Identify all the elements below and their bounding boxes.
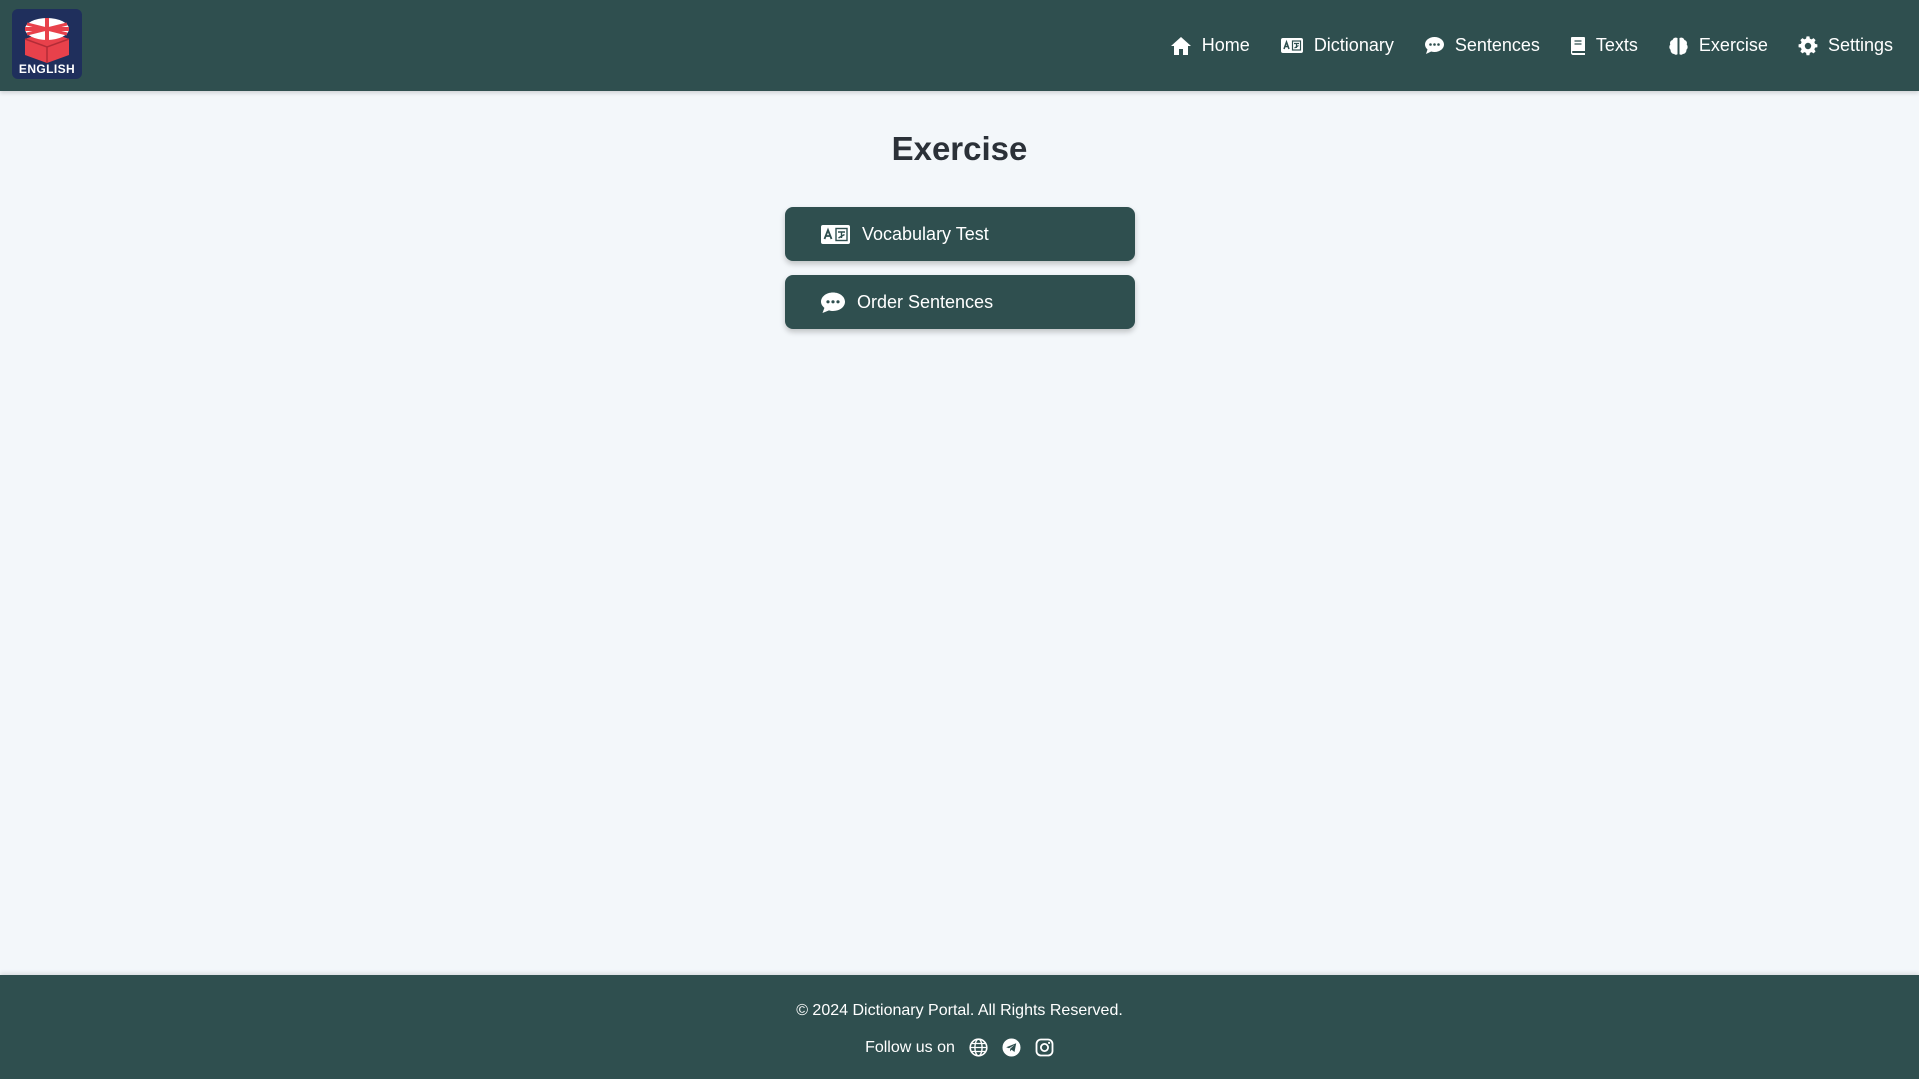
nav-label-home: Home [1201, 35, 1250, 55]
vocabulary-test-button[interactable]: Vocabulary Test [785, 207, 1135, 261]
vocabulary-test-label: Vocabulary Test [862, 223, 989, 244]
page-title: Exercise [891, 130, 1028, 167]
order-sentences-button[interactable]: Order Sentences [785, 275, 1135, 329]
follow-label: Follow us on [865, 1038, 955, 1056]
top-navbar: ENGLISH Home Dictionary Sentences Texts … [0, 0, 1919, 91]
nav-item-settings[interactable]: Settings [1798, 35, 1893, 56]
book-icon [1570, 36, 1585, 55]
main-nav: Home Dictionary Sentences Texts Exercise… [1170, 0, 1893, 91]
home-icon [1170, 36, 1191, 55]
globe-icon[interactable] [969, 1038, 988, 1057]
order-sentences-label: Order Sentences [857, 291, 994, 312]
language-card-icon [820, 224, 851, 245]
language-card-icon [1280, 38, 1303, 53]
nav-label-dictionary: Dictionary [1313, 35, 1394, 55]
site-footer: © 2024 Dictionary Portal. All Rights Res… [0, 975, 1919, 1079]
copyright-text: © 2024 Dictionary Portal. All Rights Res… [796, 1002, 1123, 1019]
follow-us-row: Follow us on [0, 1038, 1919, 1057]
nav-label-exercise: Exercise [1698, 35, 1768, 55]
nav-label-texts: Texts [1595, 35, 1638, 55]
nav-item-sentences[interactable]: Sentences [1424, 35, 1540, 56]
telegram-icon[interactable] [1002, 1038, 1021, 1057]
comment-dots-icon [1424, 37, 1444, 54]
logo-text: ENGLISH [18, 62, 76, 76]
brain-icon [1669, 37, 1688, 55]
nav-label-sentences: Sentences [1454, 35, 1540, 55]
nav-item-dictionary[interactable]: Dictionary [1280, 35, 1394, 56]
nav-item-exercise[interactable]: Exercise [1668, 35, 1768, 56]
english-logo[interactable]: ENGLISH [12, 9, 82, 79]
gear-icon [1798, 35, 1818, 55]
nav-label-settings: Settings [1827, 35, 1893, 55]
instagram-icon[interactable] [1035, 1038, 1054, 1057]
comments-icon [820, 291, 846, 314]
nav-item-home[interactable]: Home [1170, 35, 1250, 56]
nav-item-texts[interactable]: Texts [1570, 35, 1638, 56]
social-links [969, 1038, 1054, 1057]
